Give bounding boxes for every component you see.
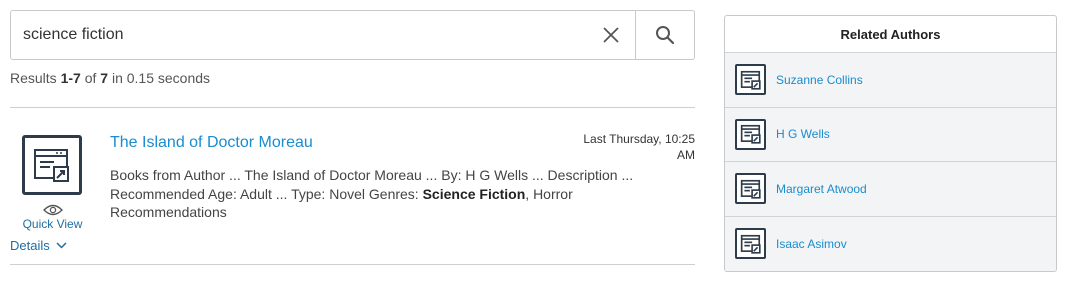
search-bar bbox=[10, 10, 695, 60]
author-name-link[interactable]: H G Wells bbox=[776, 127, 830, 141]
document-link-icon bbox=[735, 173, 766, 205]
quick-view-button[interactable]: Quick View bbox=[10, 204, 95, 231]
result-desc-highlight: Science Fiction bbox=[422, 185, 526, 202]
divider bbox=[10, 107, 695, 108]
author-name-link[interactable]: Margaret Atwood bbox=[776, 182, 867, 196]
document-link-icon bbox=[735, 64, 766, 96]
eye-icon bbox=[42, 204, 63, 216]
results-total: 7 bbox=[100, 70, 109, 86]
author-item[interactable]: H G Wells bbox=[725, 107, 1056, 162]
results-prefix: Results bbox=[10, 70, 61, 86]
author-item[interactable]: Isaac Asimov bbox=[725, 216, 1056, 271]
related-authors-panel: Related Authors Suzanne Collins H G Well… bbox=[724, 15, 1057, 272]
results-time: in 0.15 seconds bbox=[108, 70, 211, 86]
details-toggle[interactable]: Details bbox=[10, 238, 67, 253]
document-link-icon bbox=[735, 118, 766, 150]
related-authors-title: Related Authors bbox=[725, 16, 1056, 53]
details-label: Details bbox=[10, 238, 50, 253]
search-button[interactable] bbox=[635, 11, 694, 59]
chevron-down-icon bbox=[56, 242, 67, 249]
search-result: Quick View Details The Island of Doctor … bbox=[10, 125, 695, 260]
result-title-link[interactable]: The Island of Doctor Moreau bbox=[110, 134, 313, 152]
author-item[interactable]: Suzanne Collins bbox=[725, 53, 1056, 108]
author-name-link[interactable]: Isaac Asimov bbox=[776, 237, 847, 251]
result-description: Books from Author ... The Island of Doct… bbox=[110, 166, 670, 222]
result-thumbnail[interactable] bbox=[22, 135, 82, 195]
divider bbox=[10, 264, 695, 265]
search-icon bbox=[656, 26, 675, 45]
close-icon bbox=[603, 27, 619, 43]
results-range: 1-7 bbox=[60, 70, 81, 86]
author-name-link[interactable]: Suzanne Collins bbox=[776, 73, 863, 87]
document-link-icon bbox=[735, 228, 766, 260]
results-of: of bbox=[80, 70, 101, 86]
document-link-icon bbox=[34, 149, 69, 182]
clear-search-button[interactable] bbox=[587, 11, 635, 59]
author-item[interactable]: Margaret Atwood bbox=[725, 162, 1056, 217]
result-date: Last Thursday, 10:25 AM bbox=[583, 132, 695, 162]
results-summary: Results 1-7 of 7 in 0.15 seconds bbox=[10, 70, 210, 86]
quick-view-label: Quick View bbox=[22, 217, 83, 231]
search-input[interactable] bbox=[11, 11, 587, 59]
